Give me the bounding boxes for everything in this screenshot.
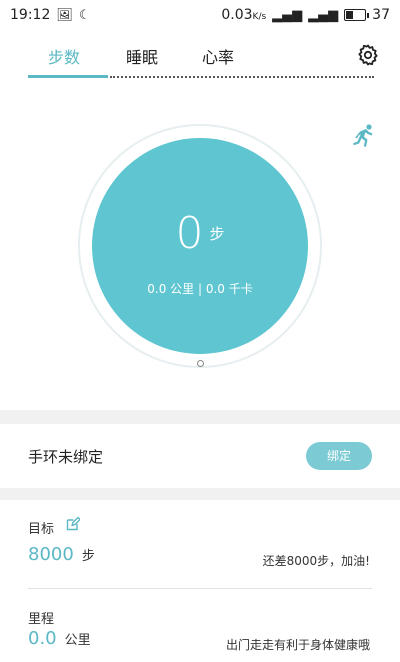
band-binding-row: 手环未绑定 绑定: [0, 424, 400, 488]
battery-icon: [344, 9, 370, 21]
goal-value: 8000 步: [28, 544, 95, 565]
distance-message: 出门走走有利于身体健康哦: [225, 638, 370, 652]
gear-icon[interactable]: [356, 43, 380, 67]
distance-label: 里程: [28, 612, 55, 627]
status-bar-right: 0.03K/s ▂▄▆ ▂▄▆ 37: [221, 7, 390, 23]
progress-marker: [197, 360, 204, 367]
goal-unit: 步: [81, 549, 95, 564]
status-bar: 19:12 🖼 ☾ 0.03K/s ▂▄▆ ▂▄▆ 37: [0, 0, 400, 30]
steps-value: 0: [175, 208, 204, 259]
signal-icon: ▂▄▆: [272, 7, 303, 23]
goal-distance-panel: 目标 8000 步 还差8000步，加油! 里程 0.0 公里 出门走走有利于身体健…: [0, 500, 400, 662]
divider: [28, 588, 372, 589]
tab-steps[interactable]: 步数: [48, 44, 80, 68]
distance-number: 0.0: [28, 628, 57, 649]
edit-icon[interactable]: [66, 517, 80, 531]
step-summary-panel: 0步 0.0 公里 | 0.0 千卡: [0, 80, 400, 410]
steps-count: 0步: [0, 208, 400, 259]
distance-calorie-line: 0.0 公里 | 0.0 千卡: [147, 282, 253, 296]
battery-level: 37: [372, 7, 390, 23]
tab-divider: [110, 76, 374, 78]
network-speed: 0.03K/s: [221, 7, 267, 23]
tab-bar: 步数 睡眠 心率: [0, 30, 400, 80]
band-status-label: 手环未绑定: [28, 448, 104, 466]
running-person-icon[interactable]: [350, 122, 380, 152]
active-tab-indicator: [28, 75, 108, 78]
image-icon: 🖼: [56, 7, 73, 23]
signal-icon-2: ▂▄▆: [308, 7, 339, 23]
goal-label: 目标: [28, 522, 55, 537]
tab-sleep[interactable]: 睡眠: [126, 44, 158, 68]
status-bar-left: 19:12 🖼 ☾: [10, 7, 91, 23]
goal-message: 还差8000步，加油!: [262, 554, 370, 568]
tab-heart-rate[interactable]: 心率: [202, 44, 234, 68]
distance-value: 0.0 公里: [28, 628, 91, 649]
steps-unit: 步: [209, 225, 225, 243]
bind-button[interactable]: 绑定: [306, 442, 372, 470]
goal-number: 8000: [28, 544, 74, 565]
status-time: 19:12: [10, 7, 51, 23]
moon-icon: ☾: [78, 7, 91, 23]
distance-unit: 公里: [64, 633, 91, 648]
